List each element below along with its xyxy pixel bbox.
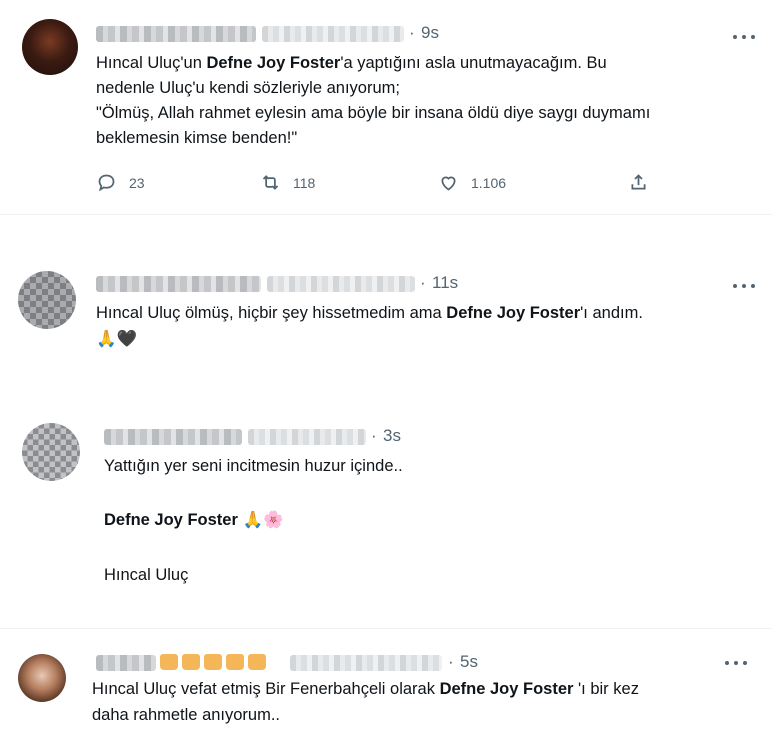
tweet-3[interactable]: · 3s Yattığın yer seni incitmesin huzur … xyxy=(0,405,772,605)
tweet-1[interactable]: · 9s Hıncal Uluç'un Defne Joy Foster'a y… xyxy=(0,0,772,214)
tweet-text-line: "Ölmüş, Allah rahmet eylesin ama böyle b… xyxy=(96,104,651,122)
tweet-text-line: Hıncal Uluç xyxy=(104,566,189,584)
timestamp[interactable]: 9s xyxy=(421,23,439,43)
separator: · xyxy=(448,652,454,671)
handle-blurred[interactable] xyxy=(290,655,442,671)
display-name-blurred[interactable] xyxy=(104,429,242,445)
handle-blurred[interactable] xyxy=(248,429,366,445)
tweet-text-line: beklemesin kimse benden!" xyxy=(96,129,298,147)
handle-blurred[interactable] xyxy=(267,276,415,292)
avatar[interactable] xyxy=(18,654,66,702)
share-icon xyxy=(631,174,646,190)
praying-hands-heart-emoji: 🙏🖤 xyxy=(96,330,138,348)
tweet-4[interactable]: · 5s Hıncal Uluç vefat etmiş Bir Fenerba… xyxy=(0,640,772,754)
like-button[interactable]: 1.106 xyxy=(438,172,506,193)
avatar[interactable] xyxy=(22,19,78,75)
reply-button[interactable]: 23 xyxy=(96,172,145,193)
mention-bold: Defne Joy Foster xyxy=(446,304,581,322)
tweet-text-line: nedenle Uluç'u kendi sözleriyle anıyorum… xyxy=(96,79,400,97)
tweet-text-line: Yattığın yer seni incitmesin huzur içind… xyxy=(104,457,403,475)
more-icon[interactable] xyxy=(733,32,755,42)
separator: · xyxy=(409,23,415,42)
emoji-line: 🙏🖤 xyxy=(96,330,137,349)
tweet-text-line: Defne Joy Foster 🙏🌸 xyxy=(104,511,284,529)
tweet-2[interactable]: · 11s Hıncal Uluç ölmüş, hiçbir şey hiss… xyxy=(0,255,772,385)
timestamp[interactable]: 3s xyxy=(383,426,401,446)
more-icon[interactable] xyxy=(725,658,747,668)
thumbs-emoji-row xyxy=(160,654,266,670)
reply-count: 23 xyxy=(129,174,145,191)
mention-bold: Defne Joy Foster xyxy=(439,680,574,698)
divider xyxy=(0,214,772,215)
reply-icon xyxy=(98,174,115,192)
retweet-icon xyxy=(262,175,279,190)
more-icon[interactable] xyxy=(733,281,755,291)
retweet-button[interactable]: 118 xyxy=(260,172,315,193)
like-count: 1.106 xyxy=(471,174,507,191)
display-name-blurred[interactable] xyxy=(96,655,156,671)
tweet-text-line: Hıncal Uluç vefat etmiş Bir Fenerbahçeli… xyxy=(92,680,639,698)
timestamp[interactable]: 5s xyxy=(460,652,478,672)
tweet-text-line: daha rahmetle anıyorum.. xyxy=(92,706,281,724)
separator: · xyxy=(420,273,426,292)
like-icon xyxy=(441,176,456,191)
display-name-blurred[interactable] xyxy=(96,26,256,42)
mention-bold: Defne Joy Foster xyxy=(104,511,238,529)
tweet-text-line: Hıncal Uluç ölmüş, hiçbir şey hissetmedi… xyxy=(96,304,643,322)
avatar[interactable] xyxy=(18,271,76,329)
retweet-count: 118 xyxy=(293,174,316,191)
tweet-text-line: Hıncal Uluç'un Defne Joy Foster'a yaptığ… xyxy=(96,54,607,72)
share-button[interactable] xyxy=(628,172,661,193)
separator: · xyxy=(371,426,377,445)
timestamp[interactable]: 11s xyxy=(432,273,458,293)
handle-blurred[interactable] xyxy=(262,26,404,42)
divider xyxy=(0,628,772,629)
avatar[interactable] xyxy=(22,423,80,481)
display-name-blurred[interactable] xyxy=(96,276,261,292)
mention-bold: Defne Joy Foster xyxy=(206,54,341,72)
